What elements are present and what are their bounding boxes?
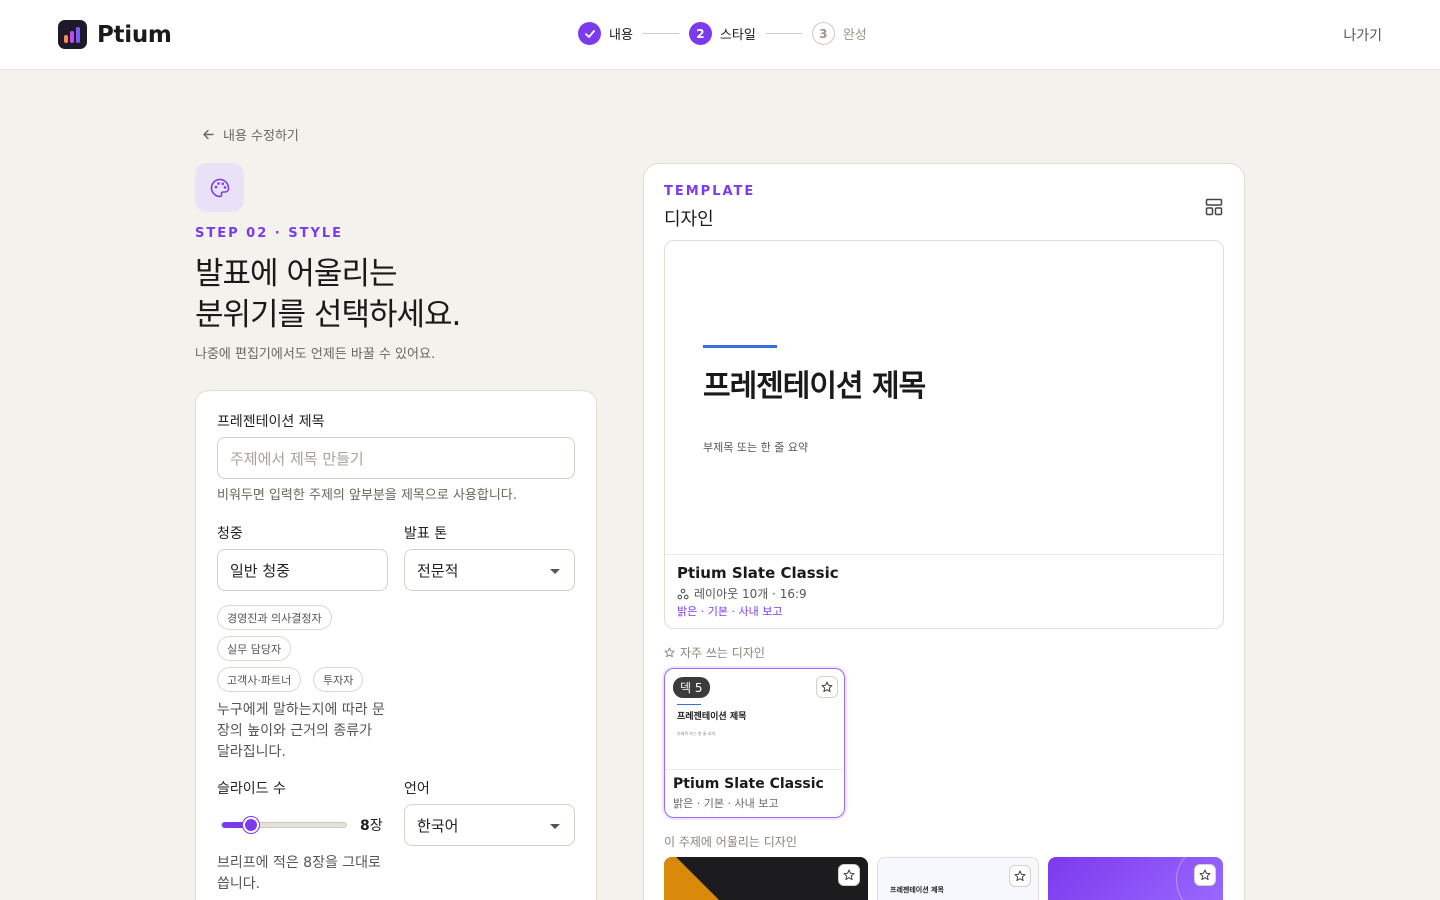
step-content[interactable]: 내용 xyxy=(578,22,633,45)
star-icon xyxy=(843,869,855,881)
suggested-thumb-title: 프레젠테이션 제목 xyxy=(890,886,944,894)
step-label: 완성 xyxy=(842,28,867,43)
slides-help: 브리프에 적은 8장을 그대로 씁니다. xyxy=(217,855,381,892)
favorites-label: 자주 쓰는 디자인 xyxy=(680,646,765,660)
tone-select-value: 전문적 xyxy=(417,561,459,580)
favorite-template-name: Ptium Slate Classic xyxy=(673,776,824,792)
step-number: 2 xyxy=(688,22,712,45)
back-link[interactable]: 내용 수정하기 xyxy=(202,125,299,144)
step-label: 내용 xyxy=(609,28,633,43)
audience-chip[interactable]: 실무 담당자 xyxy=(217,636,292,661)
step-eyebrow: STEP 02 · STYLE xyxy=(195,226,344,241)
title-field-label: 프레젠테이션 제목 xyxy=(217,414,325,430)
favorite-template-tags: 밝은 · 기본 · 사내 보고 xyxy=(673,797,779,810)
suggested-heading: 이 주제에 어울리는 디자인 xyxy=(664,833,797,850)
template-preview[interactable]: 프레젠테이션 제목 부제목 또는 한 줄 요약 Ptium Slate Clas… xyxy=(664,240,1224,629)
chevron-down-icon xyxy=(550,569,560,574)
slide-count-value: 8 xyxy=(360,818,370,834)
arrow-left-icon xyxy=(203,129,214,140)
back-label: 내용 수정하기 xyxy=(223,129,299,144)
tone-select[interactable]: 전문적 xyxy=(404,549,575,591)
tone-label: 발표 톤 xyxy=(404,526,448,542)
page-title: 발표에 어울리는 분위기를 선택하세요. xyxy=(195,254,515,336)
template-title: 디자인 xyxy=(664,209,714,230)
palette-icon xyxy=(195,163,244,212)
preview-slide-subtitle: 부제목 또는 한 줄 요약 xyxy=(703,441,809,454)
slide-accent-bar xyxy=(703,345,777,348)
template-eyebrow: TEMPLATE xyxy=(664,184,756,199)
star-icon xyxy=(1014,870,1026,882)
slide-count-slider[interactable] xyxy=(221,817,347,833)
deck-count-badge: 덱 5 xyxy=(673,677,710,698)
mini-accent-bar xyxy=(677,704,701,705)
preview-slide: 프레젠테이션 제목 부제목 또는 한 줄 요약 xyxy=(665,241,1223,555)
mini-slide-title: 프레젠테이션 제목 xyxy=(677,712,747,722)
audience-input[interactable]: 일반 청중 xyxy=(217,549,388,591)
card-divider xyxy=(665,769,844,770)
star-icon xyxy=(664,647,675,658)
step-label: 스타일 xyxy=(719,28,756,43)
preview-meta-text: 레이아웃 10개 · 16:9 xyxy=(694,587,807,601)
preview-template-meta: 레이아웃 10개 · 16:9 xyxy=(677,585,807,602)
step-style[interactable]: 2 스타일 xyxy=(688,22,756,45)
step-complete[interactable]: 3 완성 xyxy=(811,22,867,45)
suggested-star-button[interactable] xyxy=(838,864,860,886)
chevron-down-icon xyxy=(550,824,560,829)
slider-thumb[interactable] xyxy=(243,817,259,833)
star-icon xyxy=(821,681,833,693)
preview-template-tags: 밝은 · 기본 · 사내 보고 xyxy=(677,605,783,618)
audience-chip[interactable]: 고객사·파트너 xyxy=(217,667,302,692)
preview-template-name: Ptium Slate Classic xyxy=(677,564,839,582)
slides-label: 슬라이드 수 xyxy=(217,781,286,797)
exit-link[interactable]: 나가기 xyxy=(1343,25,1382,45)
audience-label: 청중 xyxy=(217,526,243,542)
page-title-line1: 발표에 어울리는 xyxy=(195,256,398,292)
suggested-template-purple[interactable] xyxy=(1048,857,1223,900)
title-input-placeholder: 주제에서 제목 만들기 xyxy=(230,449,364,468)
layout-grid-icon[interactable] xyxy=(1204,197,1224,217)
orange-triangle-decoration xyxy=(664,857,719,900)
favorites-heading: 자주 쓰는 디자인 xyxy=(664,644,765,661)
suggested-label: 이 주제에 어울리는 디자인 xyxy=(664,835,797,849)
suggested-template-dark[interactable] xyxy=(664,857,868,900)
language-select[interactable]: 한국어 xyxy=(404,804,575,846)
check-icon xyxy=(578,22,601,45)
step-number: 3 xyxy=(811,22,835,45)
audience-input-value: 일반 청중 xyxy=(230,561,290,580)
slide-count-readout: 8장 xyxy=(360,815,383,835)
language-select-value: 한국어 xyxy=(417,816,459,835)
favorite-template-card[interactable]: 덱 5 프레젠테이션 제목 부제목 또는 한 줄 요약 Ptium Slate … xyxy=(664,668,845,818)
step-connector xyxy=(642,33,679,34)
mini-slide-subtitle: 부제목 또는 한 줄 요약 xyxy=(677,731,716,736)
suggested-template-light[interactable]: 프레젠테이션 제목 xyxy=(877,857,1039,900)
top-bar: Ptium 내용 2 스타일 3 완성 나가기 xyxy=(0,0,1440,70)
brand-name: Ptium xyxy=(97,21,172,48)
audience-chip[interactable]: 투자자 xyxy=(313,667,364,692)
preview-slide-title: 프레젠테이션 제목 xyxy=(703,369,926,404)
stepper: 내용 2 스타일 3 완성 xyxy=(578,22,867,45)
language-label: 언어 xyxy=(404,781,430,797)
logo-icon xyxy=(58,20,87,49)
page-title-line2: 분위기를 선택하세요. xyxy=(195,297,461,333)
suggested-star-button[interactable] xyxy=(1009,865,1031,887)
audience-help: 누구에게 말하는지에 따라 문장의 높이와 근거의 종류가 달라집니다. xyxy=(217,702,385,760)
title-help: 비워두면 입력한 주제의 앞부분을 제목으로 사용합니다. xyxy=(217,488,517,503)
audience-chip[interactable]: 경영진과 의사결정자 xyxy=(217,605,332,630)
suggested-star-button[interactable] xyxy=(1194,864,1216,886)
slide-count-unit: 장 xyxy=(369,818,383,834)
favorite-star-button[interactable] xyxy=(816,676,838,698)
brand-logo[interactable]: Ptium xyxy=(58,20,172,49)
page-subtitle: 나중에 편집기에서도 언제든 바꿀 수 있어요. xyxy=(195,347,436,362)
title-input[interactable]: 주제에서 제목 만들기 xyxy=(217,437,575,479)
layout-icon xyxy=(677,588,689,599)
step-connector xyxy=(765,33,802,34)
star-icon xyxy=(1199,869,1211,881)
